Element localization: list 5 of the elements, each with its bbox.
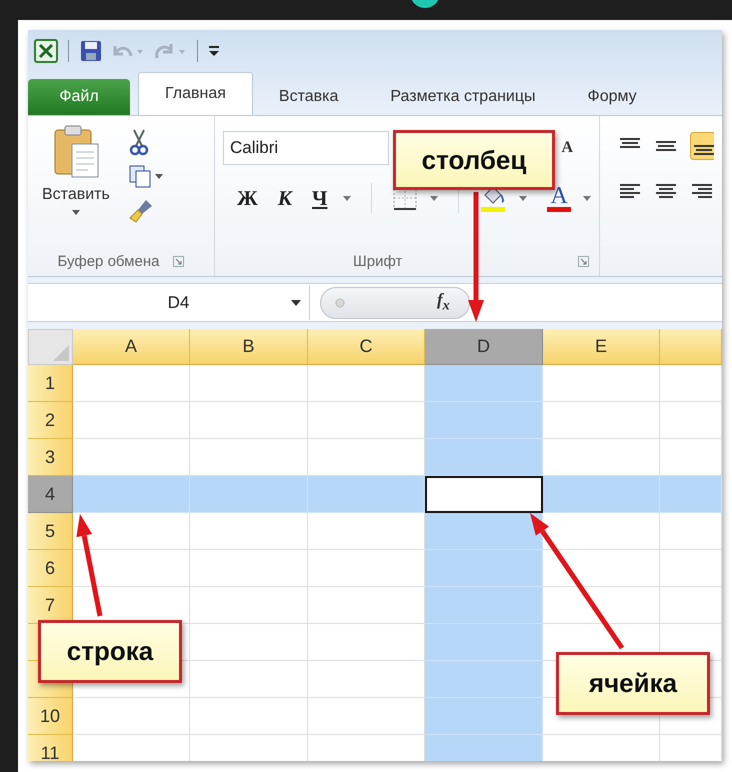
group-label: Буфер обмена bbox=[58, 252, 160, 270]
callout-tooltip: столбец bbox=[393, 130, 555, 190]
group-label: Шрифт bbox=[353, 252, 402, 270]
callout-tooltip: строка bbox=[38, 620, 182, 683]
callout-tooltip: ячейка bbox=[556, 652, 710, 715]
